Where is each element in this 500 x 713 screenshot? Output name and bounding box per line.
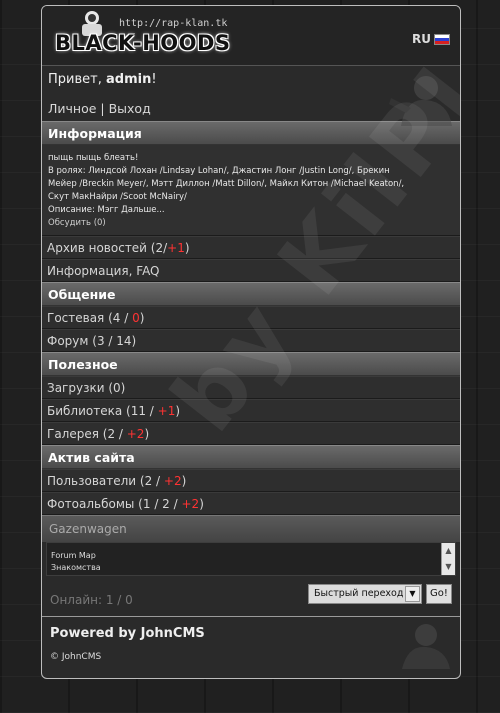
logout-link[interactable]: Выход: [109, 101, 151, 116]
hooded-figure-icon: [402, 624, 450, 669]
archive-label: Архив новостей (2/: [47, 241, 168, 255]
bottom-bar: Онлайн: 1 / 0 Быстрый переход ▼ Go!: [42, 576, 460, 616]
news-block: пыщь пыщь блеать! В ролях: Линдсой Лохан…: [42, 145, 460, 236]
users-link[interactable]: Пользователи (2 / +2): [42, 469, 460, 492]
gallery-link[interactable]: Галерея (2 / +2): [42, 422, 460, 445]
news-line: пыщь пыщь блеать!: [48, 153, 139, 163]
news-line: Мейер /Breckin Meyer/, Мэтт Диллон /Matt…: [48, 179, 405, 189]
users-label: Пользователи (2 /: [47, 474, 164, 488]
logo-url: http://rap-klan.tk: [119, 18, 228, 29]
guestbook-new-count: 0: [132, 311, 140, 325]
gallery-label: Галерея (2 /: [47, 427, 127, 441]
quick-nav-value: Быстрый переход: [314, 588, 404, 599]
comment-link[interactable]: Обсудить (0): [48, 217, 454, 230]
scroll-down-icon[interactable]: ▼: [442, 559, 455, 575]
forum-link[interactable]: Форум (3 / 14): [42, 329, 460, 352]
shoutbox-title[interactable]: Gazenwagen: [42, 515, 460, 542]
copyright: © JohnCMS: [50, 652, 102, 662]
russian-flag-icon: [434, 33, 450, 45]
guestbook-label: Гостевая (4 /: [47, 311, 133, 325]
shoutbox-scrollbar[interactable]: ▲ ▼: [441, 543, 455, 575]
section-communication: Общение: [42, 282, 460, 306]
faq-link[interactable]: Информация, FAQ: [42, 259, 460, 282]
news-archive-link[interactable]: Архив новостей (2/+1): [42, 236, 460, 259]
news-line: Скут МакНайри /Scoot McNairy/: [48, 192, 187, 202]
gallery-new-count: +2: [126, 427, 145, 441]
greeting-text: Привет,: [48, 72, 106, 87]
gallery-close: ): [144, 427, 150, 441]
archive-close: ): [184, 241, 190, 255]
library-close: ): [175, 404, 181, 418]
users-new-count: +2: [163, 474, 182, 488]
shoutbox-frame[interactable]: Forum Map Знакомства ▲ ▼: [46, 542, 456, 576]
powered-by: Powered by JohnCMS: [50, 626, 205, 641]
username: admin: [105, 72, 152, 87]
shoutbox-line[interactable]: Forum Map: [51, 551, 96, 560]
language-label: RU: [412, 32, 431, 46]
guestbook-close: ): [139, 311, 145, 325]
scroll-up-icon[interactable]: ▲: [442, 543, 455, 559]
library-label: Библиотека (11 /: [47, 404, 158, 418]
language-switch[interactable]: RU: [412, 32, 450, 46]
quick-nav-select[interactable]: Быстрый переход ▼: [308, 584, 422, 604]
page-frame: http://rap-klan.tk BLACK-HOODS RU Привет…: [41, 5, 461, 679]
site-logo[interactable]: BLACK-HOODS: [55, 31, 231, 55]
news-line: Описание: Мэгг Дальше...: [48, 205, 165, 215]
albums-label: Фотоальбомы (1 / 2 /: [47, 497, 182, 511]
online-count[interactable]: Онлайн: 1 / 0: [50, 593, 133, 607]
news-line: В ролях: Линдсой Лохан /Lindsay Lohan/, …: [48, 166, 390, 176]
library-new-count: +1: [157, 404, 176, 418]
header: http://rap-klan.tk BLACK-HOODS RU: [42, 6, 460, 66]
section-useful: Полезное: [42, 352, 460, 376]
user-greeting: Привет, admin!: [42, 66, 460, 97]
downloads-link[interactable]: Загрузки (0): [42, 376, 460, 399]
chevron-down-icon: ▼: [405, 586, 420, 602]
albums-new-count: +2: [181, 497, 200, 511]
library-link[interactable]: Библиотека (11 / +1): [42, 399, 460, 422]
link-separator: |: [96, 101, 109, 116]
section-activity: Актив сайта: [42, 445, 460, 469]
personal-link[interactable]: Личное: [48, 101, 96, 116]
photo-albums-link[interactable]: Фотоальбомы (1 / 2 / +2): [42, 492, 460, 515]
go-button[interactable]: Go!: [426, 584, 452, 604]
archive-new-count: +1: [167, 241, 185, 255]
guestbook-link[interactable]: Гостевая (4 / 0): [42, 306, 460, 329]
footer: Powered by JohnCMS © JohnCMS: [42, 617, 460, 673]
albums-close: ): [199, 497, 204, 511]
shoutbox-line[interactable]: Знакомства: [51, 563, 101, 572]
greeting-bang: !: [151, 72, 157, 87]
users-close: ): [181, 474, 187, 488]
